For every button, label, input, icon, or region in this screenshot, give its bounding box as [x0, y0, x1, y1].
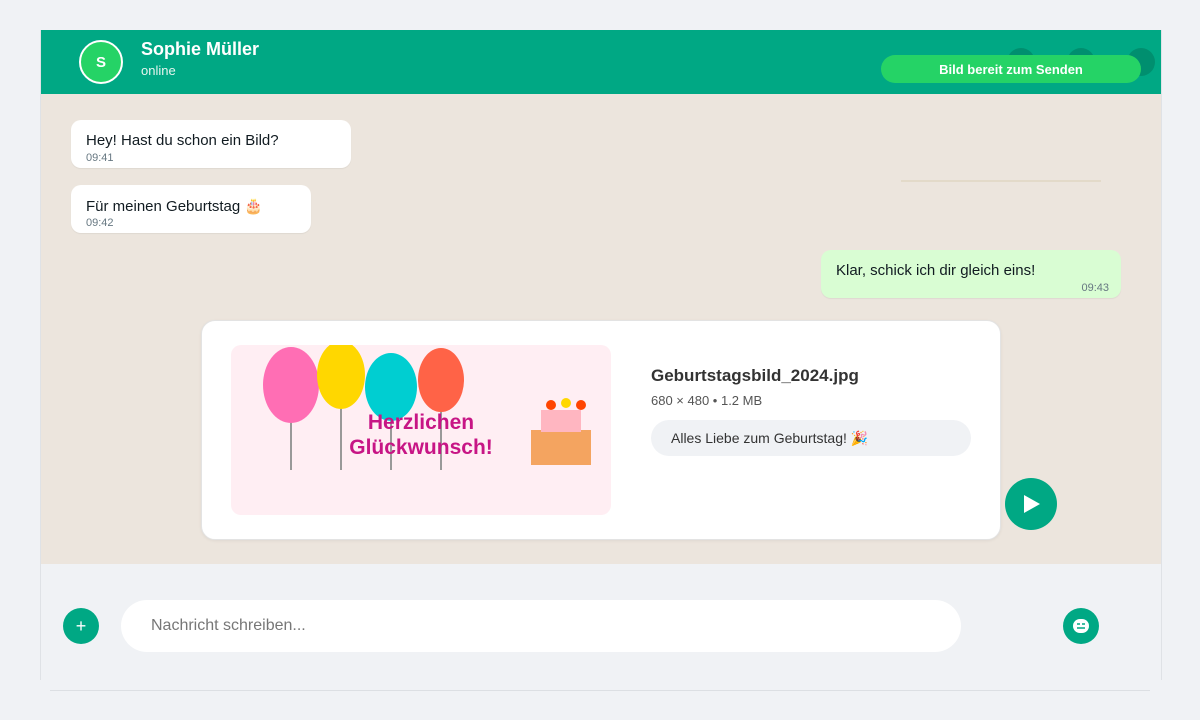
greeting-text: Glückwunsch!: [349, 436, 493, 459]
message-list: Hey! Hast du schon ein Bild? 09:41 Für m…: [41, 94, 1161, 564]
status-badge: Bild bereit zum Senden: [881, 55, 1141, 83]
message-bubble-outgoing[interactable]: Klar, schick ich dir gleich eins! 09:43: [821, 250, 1121, 298]
composer-bar: +: [41, 564, 1161, 680]
send-button[interactable]: [1005, 478, 1057, 530]
chat-header: S Sophie Müller online Bild bereit zum S…: [41, 30, 1161, 94]
avatar[interactable]: S: [79, 40, 123, 84]
message-bubble-incoming[interactable]: Hey! Hast du schon ein Bild? 09:41: [71, 120, 351, 168]
balloon: [418, 348, 464, 412]
attach-button[interactable]: +: [63, 608, 99, 644]
birthday-image: Herzlichen Glückwunsch!: [263, 345, 591, 470]
contact-status: online: [141, 63, 176, 78]
message-text: Für meinen Geburtstag 🎂: [86, 198, 264, 215]
cake-icon: [531, 398, 591, 465]
divider: [50, 690, 1150, 691]
message-text: Hey! Hast du schon ein Bild?: [86, 132, 279, 149]
message-input[interactable]: [121, 600, 961, 652]
balloon: [317, 345, 365, 409]
message-time: 09:41: [86, 152, 114, 164]
chat-window: S Sophie Müller online Bild bereit zum S…: [40, 30, 1162, 680]
divider: [901, 180, 1101, 182]
message-time: 09:43: [1081, 282, 1109, 294]
file-meta: 680 × 480 • 1.2 MB: [651, 393, 763, 408]
message-text: Klar, schick ich dir gleich eins!: [836, 262, 1036, 279]
emoji-button[interactable]: [1063, 608, 1099, 644]
greeting-text: Herzlichen: [368, 411, 474, 434]
file-name: Geburtstagsbild_2024.jpg: [651, 366, 859, 385]
message-time: 09:42: [86, 217, 114, 229]
send-icon: [1024, 495, 1040, 513]
emoji-icon: [1073, 619, 1089, 633]
contact-name: Sophie Müller: [141, 39, 260, 59]
image-preview[interactable]: Herzlichen Glückwunsch!: [231, 345, 611, 515]
caption-field[interactable]: Alles Liebe zum Geburtstag! 🎉: [651, 420, 971, 456]
image-send-card: Herzlichen Glückwunsch! Geburtstagsbild_…: [201, 320, 1001, 540]
balloon: [263, 347, 319, 423]
message-bubble-incoming[interactable]: Für meinen Geburtstag 🎂 09:42: [71, 185, 311, 233]
plus-icon: +: [75, 615, 87, 636]
